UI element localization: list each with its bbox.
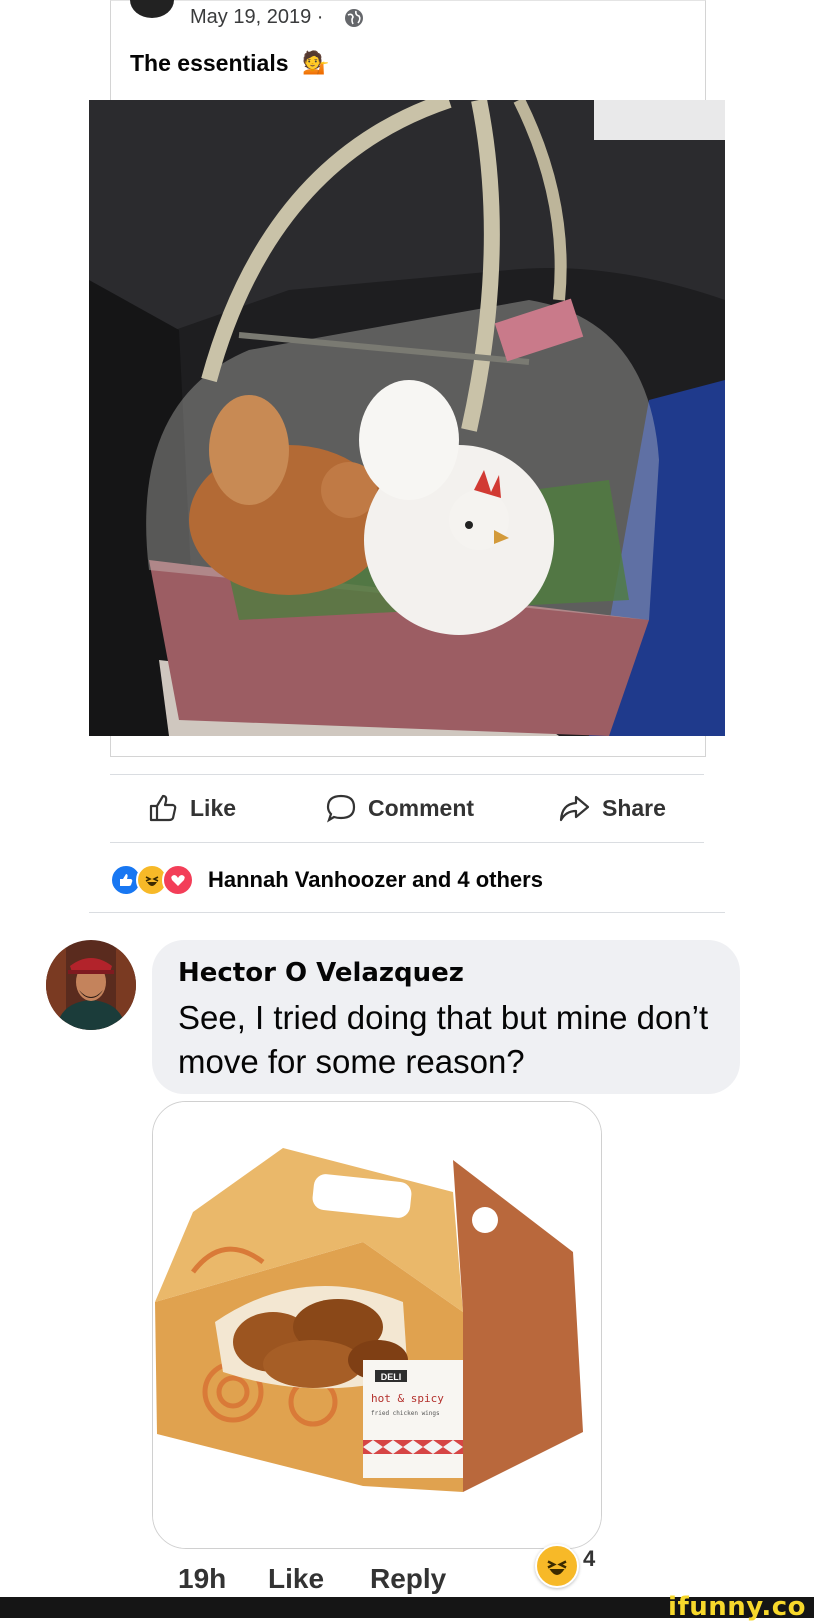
comment-attachment-image[interactable]: DELI hot & spicy fried chicken wings bbox=[152, 1101, 602, 1549]
like-label: Like bbox=[190, 794, 237, 821]
globe-icon bbox=[345, 9, 363, 27]
reactions-summary[interactable]: Hannah Vanhoozer and 4 others bbox=[110, 864, 543, 896]
thumbs-up-icon bbox=[149, 794, 177, 822]
reactions-text: Hannah Vanhoozer and 4 others bbox=[208, 867, 543, 892]
comment-reply-button[interactable]: Reply bbox=[370, 1563, 446, 1595]
share-label: Share bbox=[602, 794, 666, 821]
post-date[interactable]: May 19, 2019 · bbox=[190, 6, 323, 29]
product-sublabel: fried chicken wings bbox=[371, 1410, 440, 1417]
comment-button[interactable]: Comment bbox=[326, 793, 474, 823]
divider bbox=[89, 912, 725, 913]
comment-like-button[interactable]: Like bbox=[268, 1563, 324, 1595]
post-card-bottom bbox=[110, 736, 706, 757]
divider bbox=[110, 774, 704, 775]
comment-author[interactable]: Hector O Velazquez bbox=[178, 958, 464, 988]
fried-chicken-box-image: DELI hot & spicy fried chicken wings bbox=[153, 1102, 601, 1548]
chickens-in-bag-image bbox=[89, 100, 725, 736]
haha-reaction-icon bbox=[535, 1544, 579, 1588]
divider bbox=[110, 842, 704, 843]
post-text: The essentials bbox=[130, 50, 289, 76]
comment-reactions[interactable]: 4 bbox=[535, 1544, 595, 1588]
comment-time: 19h bbox=[178, 1563, 227, 1594]
comment-label: Comment bbox=[368, 794, 475, 821]
love-reaction-icon bbox=[162, 864, 194, 896]
post-photo[interactable] bbox=[89, 100, 725, 736]
product-label: hot & spicy bbox=[371, 1392, 444, 1405]
deli-label: DELI bbox=[381, 1372, 402, 1382]
comment-text: See, I tried doing that but mine don’t m… bbox=[178, 999, 709, 1080]
like-button[interactable]: Like bbox=[148, 793, 236, 823]
share-button[interactable]: Share bbox=[558, 793, 666, 823]
comment-bubble-icon bbox=[326, 794, 356, 823]
commenter-avatar[interactable] bbox=[46, 940, 136, 1030]
share-arrow-icon bbox=[559, 795, 590, 822]
emoji-woman-tipping-hand: 💁 bbox=[302, 50, 330, 75]
comment-reaction-count: 4 bbox=[583, 1546, 596, 1571]
